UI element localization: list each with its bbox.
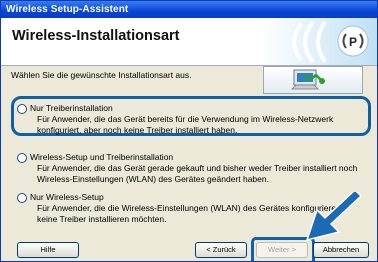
- option-title: Nur Wireless-Setup: [30, 192, 104, 202]
- option-description: Für Anwender, die die Wireless-Einstellu…: [37, 203, 341, 224]
- option-description: Für Anwender, die das Gerät gerade gekau…: [37, 163, 358, 184]
- page-title: Wireless-Installationsart: [12, 28, 180, 44]
- option-description: Für Anwender, die das Gerät bereits für …: [37, 114, 334, 135]
- cancel-button[interactable]: Abbrechen: [313, 242, 369, 258]
- option-title: Wireless-Setup und Treiberinstallation: [30, 152, 174, 162]
- window-title: Wireless Setup-Assistent: [6, 4, 129, 15]
- title-bar[interactable]: Wireless Setup-Assistent: [1, 1, 377, 18]
- setup-window: Wireless Setup-Assistent Wireless-Instal…: [0, 0, 378, 262]
- wireless-signal-logo-icon: P: [261, 18, 377, 65]
- svg-text:P: P: [349, 35, 357, 49]
- help-button[interactable]: Hilfe: [17, 242, 79, 258]
- radio-wireless-only[interactable]: [17, 193, 27, 203]
- back-button[interactable]: < Zurück: [195, 242, 247, 258]
- radio-wireless-and-driver[interactable]: [17, 153, 27, 163]
- computer-network-icon: [263, 66, 363, 94]
- content-panel: Wählen Sie die gewünschte Installationsa…: [1, 66, 377, 261]
- radio-driver-only[interactable]: [17, 104, 27, 114]
- pointer-arrow-icon: [305, 192, 363, 242]
- next-button[interactable]: Weiter >: [256, 242, 308, 258]
- option-title: Nur Treiberinstallation: [30, 103, 113, 113]
- header-panel: Wireless-Installationsart P: [1, 18, 377, 66]
- instruction-text: Wählen Sie die gewünschte Installationsa…: [11, 70, 192, 80]
